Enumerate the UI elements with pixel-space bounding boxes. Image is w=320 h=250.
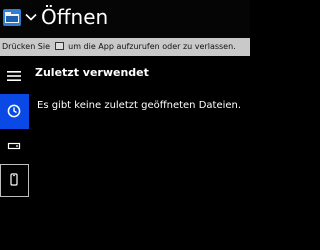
- drive-icon: [7, 142, 21, 150]
- hint-bar: Drücken Sie um die App aufzurufen oder z…: [0, 38, 250, 56]
- empty-state-message: Es gibt keine zuletzt geöffneten Dateien…: [37, 100, 242, 111]
- nav-item-recent[interactable]: [0, 94, 29, 129]
- clock-icon: [7, 104, 21, 118]
- keyboard-key-icon: [54, 42, 64, 50]
- folder-icon[interactable]: [3, 9, 21, 26]
- open-dialog: Öffnen Drücken Sie um die App aufzurufen…: [0, 0, 250, 250]
- title-bar: Öffnen: [0, 0, 250, 38]
- nav-item-phone[interactable]: [0, 164, 29, 197]
- hamburger-menu-button[interactable]: [0, 60, 29, 95]
- nav-item-drive[interactable]: [0, 129, 29, 164]
- page-title: Öffnen: [41, 5, 109, 29]
- navigation-rail: [0, 56, 29, 250]
- phone-icon: [10, 173, 18, 186]
- hamburger-menu-icon: [7, 71, 21, 81]
- chevron-down-icon[interactable]: [25, 11, 37, 23]
- hint-text-before: Drücken Sie: [2, 42, 51, 51]
- section-heading: Zuletzt verwendet: [35, 66, 149, 79]
- hint-text-after: um die App aufzurufen oder zu verlassen.: [68, 42, 236, 51]
